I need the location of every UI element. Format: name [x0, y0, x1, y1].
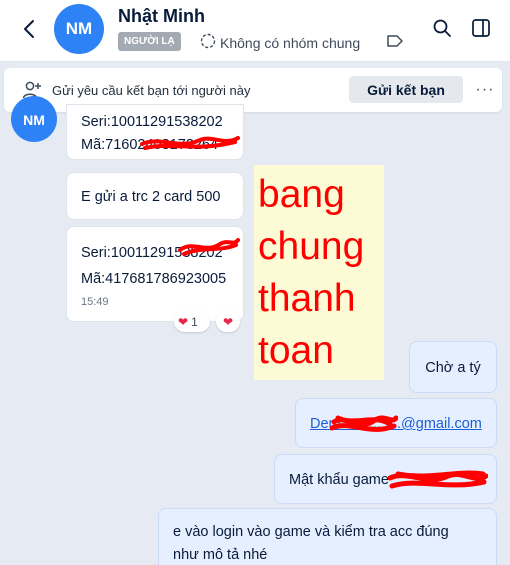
sidebar-panel-icon[interactable] — [468, 15, 494, 41]
chat-header: NM Nhật Minh NGƯỜI LẠ Không có nhóm chun… — [0, 0, 510, 62]
avatar-initials: NM — [65, 19, 93, 38]
message-bubble[interactable]: Mật khẩu game — [274, 454, 497, 504]
message-line: e vào login vào game và kiểm tra acc đún… — [173, 524, 449, 540]
message-bubble[interactable]: E gửi a trc 2 card 500 — [66, 172, 244, 220]
message-text: Chờ a tý — [425, 360, 481, 376]
message-text: E gửi a trc 2 card 500 — [81, 189, 221, 205]
message-bubble[interactable]: Dem...............@gmail.com — [295, 398, 497, 448]
reaction-count: 1 — [191, 314, 198, 329]
contact-name[interactable]: Nhật Minh — [118, 6, 205, 27]
message-text: Mật khẩu game — [289, 472, 389, 488]
message-line: Mã:71602408173264 — [81, 137, 219, 153]
note-line: thanh — [258, 277, 356, 320]
message-bubble[interactable]: Seri:10011291538202 Mã:417681786923005 1… — [66, 226, 244, 322]
message-bubble[interactable]: Chờ a tý — [409, 341, 497, 393]
group-status[interactable]: Không có nhóm chung — [200, 33, 360, 52]
friend-request-text: Gửi yêu cầu kết bạn tới người này — [52, 83, 251, 98]
more-options-button[interactable]: ··· — [474, 79, 496, 101]
heart-icon: ❤ — [178, 314, 189, 329]
search-icon[interactable] — [429, 15, 455, 41]
message-bubble[interactable]: e vào login vào game và kiểm tra acc đún… — [158, 508, 497, 565]
add-friend-button[interactable]: Gửi kết bạn — [349, 76, 463, 103]
sender-avatar[interactable]: NM — [11, 96, 57, 142]
message-line: Mã:417681786923005 — [81, 271, 227, 287]
heart-icon: ❤ — [222, 314, 234, 329]
react-heart-button[interactable]: ❤ — [216, 311, 240, 332]
avatar[interactable]: NM — [54, 4, 104, 54]
stranger-badge: NGƯỜI LẠ — [118, 32, 181, 51]
note-line: chung — [258, 225, 365, 268]
message-line: Seri:10011291538202 — [81, 114, 223, 130]
message-time: 15:49 — [81, 296, 109, 308]
message-bubble[interactable]: Seri:10011291538202 Mã:71602408173264 — [66, 104, 244, 160]
message-line: như mô tả nhé — [173, 547, 268, 563]
tag-icon[interactable] — [386, 34, 404, 53]
note-line: bang — [258, 173, 345, 216]
message-line: Seri:10011291538202 — [81, 245, 223, 261]
reaction-summary[interactable]: ❤ 1 — [174, 311, 210, 332]
sender-avatar-initials: NM — [23, 112, 45, 128]
note-line: toan — [258, 329, 334, 372]
back-arrow-icon[interactable] — [14, 14, 44, 44]
email-link[interactable]: Dem...............@gmail.com — [310, 416, 482, 432]
group-status-text: Không có nhóm chung — [220, 34, 361, 51]
group-icon — [200, 33, 216, 52]
annotation-note: bang chung thanh toan — [254, 165, 384, 380]
